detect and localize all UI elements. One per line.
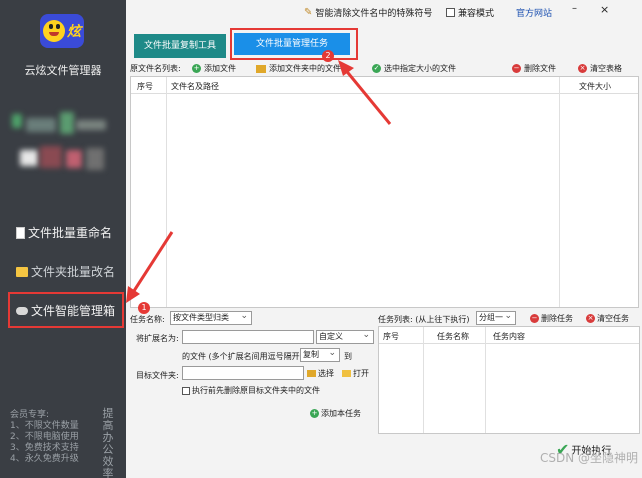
nav-smart-manager[interactable]: 文件智能管理箱 <box>16 302 115 319</box>
compat-mode-label: 兼容模式 <box>458 9 495 19</box>
app-logo-icon: 炫 <box>40 14 84 48</box>
delete-file-button[interactable]: − 删除文件 <box>512 63 556 74</box>
nav-label: 文件批量重命名 <box>28 226 113 240</box>
main-panel: ✎ 智能清除文件名中的特殊符号 兼容模式 官方网站 – × 文件批量复制工具 文… <box>126 0 642 478</box>
add-folder-button[interactable]: 添加文件夹中的文件 <box>256 63 341 74</box>
col-size: 文件大小 <box>579 82 611 91</box>
promo-line: 1、不限文件数量 <box>10 421 79 431</box>
close-icon: × <box>578 64 587 73</box>
delete-task-label: 删除任务 <box>541 314 573 323</box>
folder-icon <box>307 370 316 377</box>
clear-table-button[interactable]: × 清空表格 <box>578 63 622 74</box>
clear-table-label: 清空表格 <box>590 64 622 73</box>
promo-line: 2、不限电脑使用 <box>10 432 79 442</box>
member-promo: 会员专享: 1、不限文件数量 2、不限电脑使用 3、免费技术支持 4、永久免费升… <box>10 410 79 465</box>
col-index: 序号 <box>383 332 399 341</box>
nav-label: 文件夹批量改名 <box>31 265 116 279</box>
files-hint: 的文件 (多个扩展名间用逗号隔开) <box>182 352 303 361</box>
document-icon <box>16 226 25 239</box>
target-folder-label: 目标文件夹: <box>136 371 179 380</box>
app-name: 云炫文件管理器 <box>24 64 102 77</box>
add-task-label: 添加本任务 <box>321 409 361 418</box>
watermark: CSDN @坐隐神明 <box>539 451 638 465</box>
custom-select[interactable]: 自定义 <box>316 329 374 344</box>
folder-add-icon <box>256 64 266 73</box>
open-folder-button[interactable]: 打开 <box>342 368 369 379</box>
minus-icon: − <box>530 314 539 323</box>
promo-line: 会员专享: <box>10 410 50 420</box>
folder-icon <box>16 266 28 277</box>
tab-batch-copy[interactable]: 文件批量复制工具 <box>134 34 226 58</box>
compat-mode-checkbox[interactable]: 兼容模式 <box>446 6 494 19</box>
delete-file-label: 删除文件 <box>524 64 556 73</box>
ext-input[interactable] <box>182 330 314 344</box>
open-label: 打开 <box>353 369 369 378</box>
delete-before-checkbox[interactable]: 执行前先删除原目标文件夹中的文件 <box>182 385 320 396</box>
select-size-button[interactable]: ✓ 选中指定大小的文件 <box>372 63 456 74</box>
blurred-account-area <box>12 114 22 128</box>
close-icon: × <box>586 314 595 323</box>
task-name-select[interactable]: 按文件类型归类 <box>170 310 252 325</box>
add-icon: + <box>310 409 319 418</box>
add-folder-label: 添加文件夹中的文件 <box>269 64 341 73</box>
tab-bar: 文件批量复制工具 文件批量管理任务 <box>126 24 642 62</box>
add-icon: + <box>192 64 201 73</box>
choose-folder-button[interactable]: 选择 <box>307 368 334 379</box>
operation-select[interactable]: 复制 <box>300 347 340 362</box>
task-table[interactable]: 序号 任务名称 任务内容 <box>378 326 640 434</box>
group-select[interactable]: 分组一 <box>476 310 516 325</box>
nav-label: 文件智能管理箱 <box>31 304 116 318</box>
target-folder-input[interactable] <box>182 366 304 380</box>
folder-open-icon <box>342 370 351 377</box>
special-symbol-label: 智能清除文件名中的特殊符号 <box>315 9 433 19</box>
website-link[interactable]: 官方网站 <box>516 6 552 19</box>
promo-line: 3、免费技术支持 <box>10 443 79 453</box>
clear-task-label: 清空任务 <box>597 314 629 323</box>
add-file-label: 添加文件 <box>204 64 236 73</box>
col-index: 序号 <box>137 82 153 91</box>
gamepad-icon <box>16 306 28 315</box>
pen-icon: ✎ <box>304 7 313 18</box>
file-table[interactable]: 序号 文件名及路径 文件大小 <box>130 76 639 308</box>
choose-label: 选择 <box>318 369 334 378</box>
select-size-label: 选中指定大小的文件 <box>384 64 456 73</box>
col-task-name: 任务名称 <box>437 332 469 341</box>
to-label: 到 <box>344 352 352 361</box>
minimize-button[interactable]: – <box>572 3 577 14</box>
sidebar: 炫 云炫文件管理器 文件批量重命名 文件夹批量改名 文件智能管理箱 会员专享: … <box>0 0 126 478</box>
title-bar: ✎ 智能清除文件名中的特殊符号 兼容模式 官方网站 – × <box>126 0 642 24</box>
nav-folder-rename[interactable]: 文件夹批量改名 <box>16 263 115 280</box>
file-table-header: 序号 文件名及路径 文件大小 <box>131 77 638 94</box>
task-list-label: 任务列表: (从上往下执行) <box>378 315 470 324</box>
promo-vertical-text: 提高办公效率 <box>102 407 114 478</box>
checkbox-icon <box>446 8 455 17</box>
delete-task-button[interactable]: − 删除任务 <box>530 313 573 324</box>
close-button[interactable]: × <box>600 3 609 16</box>
nav-batch-rename[interactable]: 文件批量重命名 <box>16 224 112 241</box>
ext-label: 将扩展名为: <box>136 334 179 343</box>
add-file-button[interactable]: + 添加文件 <box>192 63 236 74</box>
check-icon: ✓ <box>372 64 381 73</box>
step-badge-2: 2 <box>322 50 334 62</box>
file-list-label: 原文件名列表: <box>130 64 181 73</box>
step-badge-1: 1 <box>138 302 150 314</box>
delete-before-label: 执行前先删除原目标文件夹中的文件 <box>192 386 320 395</box>
col-path: 文件名及路径 <box>171 82 219 91</box>
add-task-button[interactable]: + 添加本任务 <box>310 408 361 419</box>
task-name-label: 任务名称: <box>130 315 165 324</box>
clear-task-button[interactable]: × 清空任务 <box>586 313 629 324</box>
special-symbol-link[interactable]: ✎ 智能清除文件名中的特殊符号 <box>304 6 432 19</box>
file-toolbar: 原文件名列表: + 添加文件 添加文件夹中的文件 ✓ 选中指定大小的文件 − 删… <box>126 62 642 76</box>
checkbox-icon <box>182 386 190 395</box>
task-table-header: 序号 任务名称 任务内容 <box>379 327 639 344</box>
minus-icon: − <box>512 64 521 73</box>
col-task-content: 任务内容 <box>493 332 525 341</box>
promo-line: 4、永久免费升级 <box>10 454 79 464</box>
